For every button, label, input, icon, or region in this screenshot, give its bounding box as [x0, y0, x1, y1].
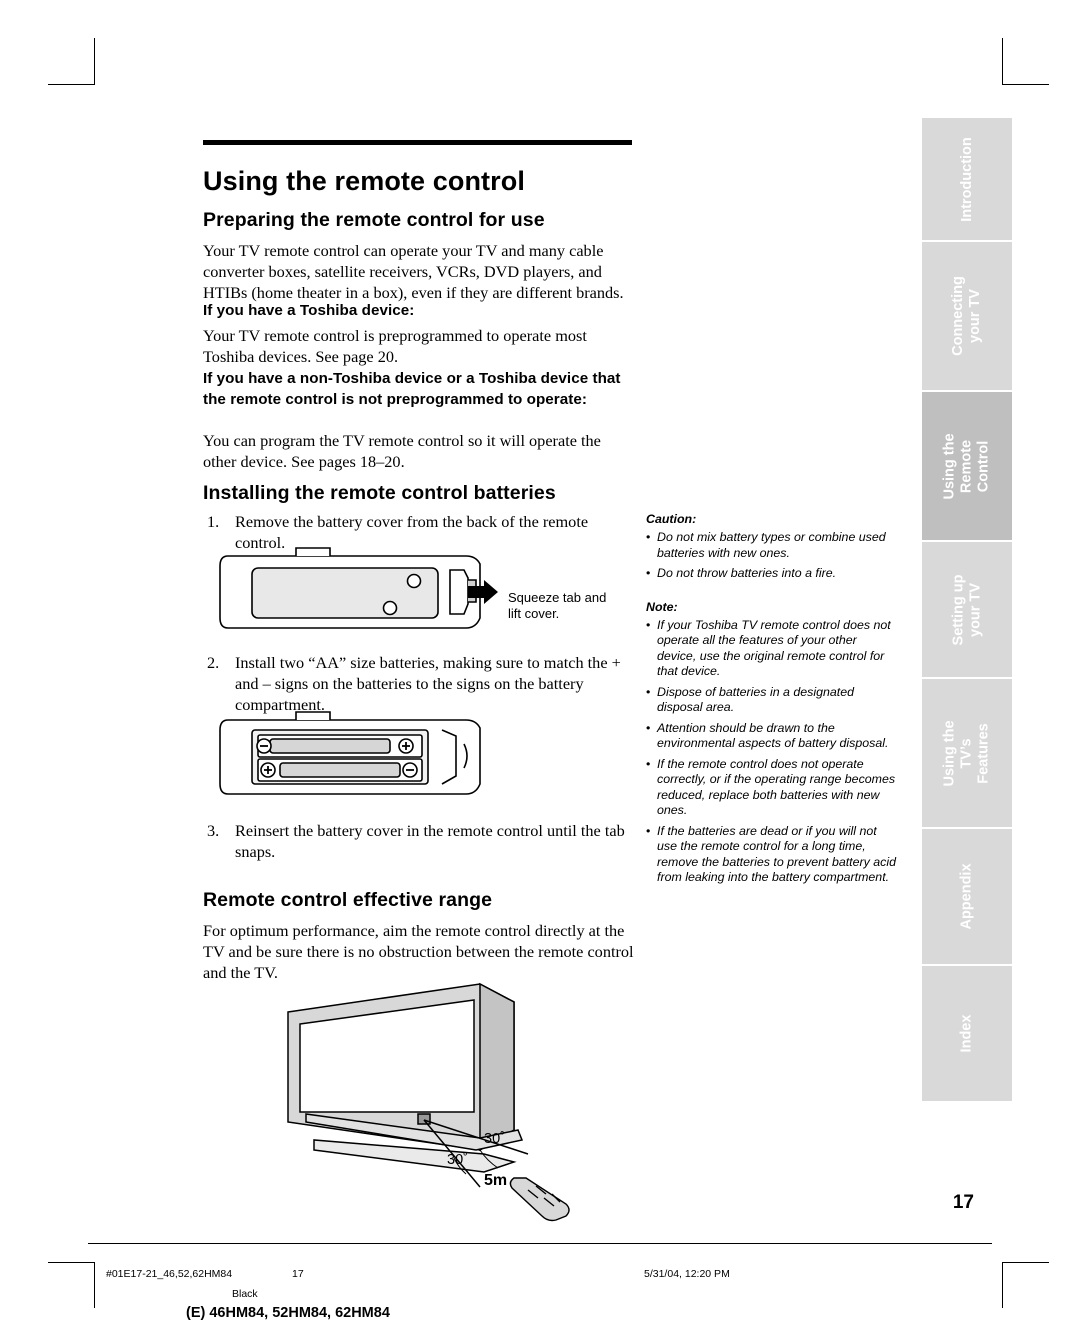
- tab-using-the-remote-control[interactable]: Using the Remote Control: [922, 392, 1012, 540]
- footer-file: #01E17-21_46,52,62HM84: [106, 1268, 233, 1280]
- tab-setting-up-your-tv-label: Setting up your TV: [949, 574, 983, 645]
- note-item-2: Dispose of batteries in a designated dis…: [646, 685, 898, 716]
- note-item-5: If the batteries are dead or if you will…: [646, 824, 898, 886]
- section-body-toshiba-device: Your TV remote control is preprogrammed …: [203, 326, 587, 367]
- step-3-number: 3.: [207, 821, 220, 840]
- side-notes-column: Caution: Do not mix battery types or com…: [646, 512, 898, 891]
- note-label: Note:: [646, 599, 678, 614]
- section-body-non-toshiba-device: You can program the TV remote control so…: [203, 431, 601, 472]
- step-2-number: 2.: [207, 653, 220, 672]
- footer-color: Black: [232, 1288, 258, 1300]
- tab-setting-up-your-tv[interactable]: Setting up your TV: [922, 542, 1012, 677]
- footer-page: 17: [292, 1268, 304, 1280]
- tab-using-the-remote-control-label: Using the Remote Control: [941, 432, 992, 500]
- section-heading-installing-batteries: Installing the remote control batteries: [203, 482, 556, 504]
- step-3-text: Reinsert the battery cover in the remote…: [235, 821, 625, 862]
- tab-appendix-label: Appendix: [958, 863, 975, 930]
- page-title: Using the remote control: [203, 166, 525, 197]
- caution-label: Caution:: [646, 512, 697, 526]
- caution-item-2: Do not throw batteries into a fire.: [646, 566, 898, 582]
- angle-label-bottom: 30˚: [447, 1152, 468, 1168]
- step-3: 3. Reinsert the battery cover in the rem…: [207, 820, 635, 862]
- section-heading-preparing: Preparing the remote control for use: [203, 209, 545, 231]
- page-content: Using the remote control Preparing the r…: [0, 0, 1080, 1344]
- footer-rule: [88, 1243, 992, 1244]
- figure-effective-range: [270, 972, 610, 1222]
- note-item-3: Attention should be drawn to the environ…: [646, 721, 898, 752]
- subheading-non-toshiba-device: If you have a non-Toshiba device or a To…: [203, 370, 621, 408]
- note-item-4: If the remote control does not operate c…: [646, 757, 898, 819]
- step-1-number: 1.: [207, 512, 220, 531]
- section-body-preparing: Your TV remote control can operate your …: [203, 241, 624, 303]
- tab-index[interactable]: Index: [922, 966, 1012, 1101]
- title-rule: [203, 140, 632, 145]
- caution-item-1: Do not mix battery types or combine used…: [646, 530, 898, 561]
- tab-using-the-tvs-features-label: Using the TV’s Features: [941, 719, 992, 787]
- tab-introduction[interactable]: Introduction: [922, 118, 1012, 240]
- page-number: 17: [952, 1192, 974, 1213]
- tab-appendix[interactable]: Appendix: [922, 829, 1012, 964]
- section-tab-strip: Introduction Connecting your TV Using th…: [922, 118, 1012, 1103]
- tab-connecting-your-tv[interactable]: Connecting your TV: [922, 242, 1012, 390]
- figure-remote-cover: [218, 540, 508, 640]
- subheading-toshiba-device: If you have a Toshiba device:: [203, 302, 415, 319]
- angle-label-top: 30˚: [484, 1131, 505, 1147]
- tab-introduction-label: Introduction: [958, 136, 975, 222]
- footer-timestamp: 5/31/04, 12:20 PM: [644, 1268, 730, 1280]
- tab-using-the-tvs-features[interactable]: Using the TV’s Features: [922, 679, 1012, 827]
- section-heading-effective-range: Remote control effective range: [203, 889, 493, 911]
- footer-model-line: (E) 46HM84, 52HM84, 62HM84: [186, 1305, 390, 1321]
- tab-connecting-your-tv-label: Connecting your TV: [950, 276, 983, 356]
- callout-squeeze-tab: Squeeze tab and lift cover.: [508, 590, 607, 621]
- figure-battery-compartment: [218, 706, 508, 806]
- note-item-1: If your Toshiba TV remote control does n…: [646, 618, 898, 680]
- distance-label: 5m: [484, 1172, 508, 1189]
- tab-index-label: Index: [958, 1014, 975, 1053]
